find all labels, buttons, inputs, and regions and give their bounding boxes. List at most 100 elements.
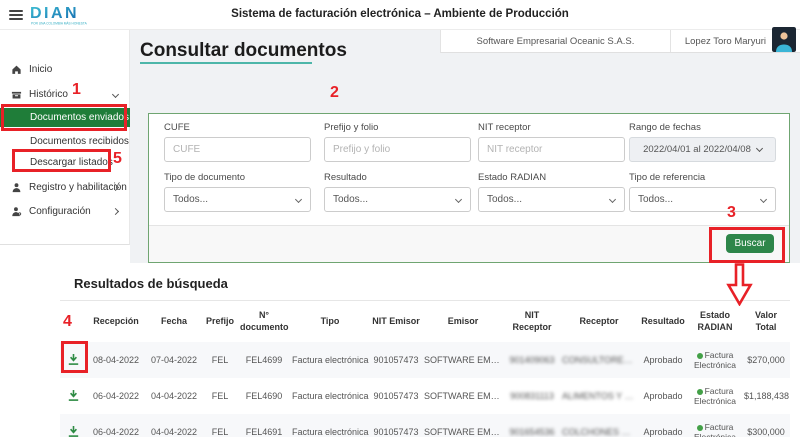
cell-tipo: Factura electrónica bbox=[290, 342, 370, 378]
estado-radian-value: Todos... bbox=[487, 194, 522, 205]
cell-emisor: SOFTWARE EMPRESARI... bbox=[422, 378, 504, 414]
sidebar-item-label: Documentos recibidos bbox=[30, 136, 129, 147]
cell-valor-total: $1,188,438 bbox=[742, 378, 790, 414]
filter-card: CUFE Prefijo y folio NIT receptor Rango … bbox=[148, 113, 790, 263]
person-gear-icon bbox=[10, 205, 22, 217]
download-icon[interactable] bbox=[65, 352, 81, 368]
cell-emisor: SOFTWARE EMPRESARI... bbox=[422, 414, 504, 437]
sidebar-item-label: Histórico bbox=[29, 89, 68, 100]
cell-estado-radian: Factura Electrónica bbox=[688, 342, 742, 378]
cell-resultado: Aprobado bbox=[638, 378, 688, 414]
status-dot-icon bbox=[697, 353, 703, 359]
cell-nit-emisor: 901057473 bbox=[370, 414, 422, 437]
inbox-icon bbox=[10, 88, 22, 100]
cell-receptor: COLCHONES DUTER SAS bbox=[560, 414, 638, 437]
tipo-documento-select[interactable]: Todos... bbox=[164, 187, 311, 212]
cell-recepcion: 08-04-2022 bbox=[86, 342, 146, 378]
tipo-documento-label: Tipo de documento bbox=[164, 172, 311, 183]
col-prefijo: Prefijo bbox=[202, 301, 238, 342]
col-download bbox=[60, 301, 86, 342]
cell-documento: FEL4691 bbox=[238, 414, 290, 437]
tipo-referencia-value: Todos... bbox=[638, 194, 673, 205]
cell-valor-total: $300,000 bbox=[742, 414, 790, 437]
cell-documento: FEL4690 bbox=[238, 378, 290, 414]
col-nit-receptor: NIT Receptor bbox=[504, 301, 560, 342]
sidebar-item-configuracion[interactable]: Configuración bbox=[0, 201, 130, 221]
rango-fechas-picker[interactable]: 2022/04/01 al 2022/04/08 bbox=[629, 137, 776, 162]
chevron-down-icon bbox=[756, 144, 763, 151]
estado-radian-select[interactable]: Todos... bbox=[478, 187, 625, 212]
cell-nit-receptor: 900831113 bbox=[504, 378, 560, 414]
table-header-row: Recepción Fecha Prefijo N° documento Tip… bbox=[60, 301, 790, 342]
resultado-select[interactable]: Todos... bbox=[324, 187, 471, 212]
sidebar-item-historico[interactable]: Histórico bbox=[0, 84, 130, 104]
cell-nit-receptor: 901409063 bbox=[504, 342, 560, 378]
nit-receptor-label: NIT receptor bbox=[478, 122, 625, 133]
cell-tipo: Factura electrónica bbox=[290, 414, 370, 437]
cell-nit-emisor: 901057473 bbox=[370, 378, 422, 414]
sidebar-item-descargar-listados[interactable]: Descargar listados bbox=[0, 152, 130, 172]
results-table: Recepción Fecha Prefijo N° documento Tip… bbox=[60, 301, 790, 437]
table-row: 06-04-2022 04-04-2022 FEL FEL4690 Factur… bbox=[60, 378, 790, 414]
avatar[interactable] bbox=[772, 27, 796, 52]
chevron-right-icon bbox=[112, 207, 119, 214]
results-heading: Resultados de búsqueda bbox=[74, 276, 228, 291]
cufe-label: CUFE bbox=[164, 122, 311, 133]
col-receptor: Receptor bbox=[560, 301, 638, 342]
resultado-value: Todos... bbox=[333, 194, 368, 205]
cell-fecha: 07-04-2022 bbox=[146, 342, 202, 378]
cell-recepcion: 06-04-2022 bbox=[86, 378, 146, 414]
sidebar-item-inicio[interactable]: Inicio bbox=[0, 59, 130, 79]
col-n-documento: N° documento bbox=[238, 301, 290, 342]
page-title-underline bbox=[140, 62, 312, 64]
cell-estado-radian: Factura Electrónica bbox=[688, 414, 742, 437]
top-header: DIAN POR UNA COLOMBIA MÁS HONESTA Sistem… bbox=[0, 0, 800, 30]
col-emisor: Emisor bbox=[422, 301, 504, 342]
app-title: Sistema de facturación electrónica – Amb… bbox=[0, 8, 800, 20]
sidebar-item-label: Descargar listados bbox=[30, 157, 113, 168]
sidebar-item-label: Inicio bbox=[29, 64, 52, 75]
cell-receptor: ALIMENTOS Y BEBIDAS ... bbox=[560, 378, 638, 414]
cell-prefijo: FEL bbox=[202, 342, 238, 378]
col-valor-total: Valor Total bbox=[742, 301, 790, 342]
cell-nit-receptor: 901654536 bbox=[504, 414, 560, 437]
col-estado-radian: Estado RADIAN bbox=[688, 301, 742, 342]
chevron-down-icon bbox=[112, 90, 119, 97]
cell-fecha: 04-04-2022 bbox=[146, 414, 202, 437]
tipo-referencia-select[interactable]: Todos... bbox=[629, 187, 776, 212]
table-row: 06-04-2022 04-04-2022 FEL FEL4691 Factur… bbox=[60, 414, 790, 437]
cell-resultado: Aprobado bbox=[638, 414, 688, 437]
col-resultado: Resultado bbox=[638, 301, 688, 342]
sidebar-item-registro-habilitacion[interactable]: Registro y habilitación bbox=[0, 177, 130, 197]
cufe-input[interactable] bbox=[164, 137, 311, 162]
rango-fechas-label: Rango de fechas bbox=[629, 122, 776, 133]
home-icon bbox=[10, 63, 22, 75]
chevron-down-icon bbox=[295, 196, 302, 203]
prefijo-folio-label: Prefijo y folio bbox=[324, 122, 471, 133]
status-dot-icon bbox=[697, 389, 703, 395]
cell-receptor: CONSULTORES DE PE... bbox=[560, 342, 638, 378]
download-icon[interactable] bbox=[65, 388, 81, 404]
rango-fechas-value: 2022/04/01 al 2022/04/08 bbox=[643, 144, 751, 155]
chevron-down-icon bbox=[760, 196, 767, 203]
app-window: DIAN POR UNA COLOMBIA MÁS HONESTA Sistem… bbox=[0, 0, 800, 437]
cell-resultado: Aprobado bbox=[638, 342, 688, 378]
logo-tagline: POR UNA COLOMBIA MÁS HONESTA bbox=[31, 22, 88, 26]
cell-fecha: 04-04-2022 bbox=[146, 378, 202, 414]
sidebar-item-documentos-enviados[interactable]: Documentos enviados bbox=[0, 108, 130, 127]
user-bar: Software Empresarial Oceanic S.A.S. Lope… bbox=[440, 30, 800, 53]
cell-estado-radian: Factura Electrónica bbox=[688, 378, 742, 414]
download-icon[interactable] bbox=[65, 424, 81, 437]
sidebar-item-label: Documentos enviados bbox=[30, 112, 129, 123]
buscar-button[interactable]: Buscar bbox=[726, 234, 774, 253]
col-fecha: Fecha bbox=[146, 301, 202, 342]
person-icon bbox=[10, 181, 22, 193]
sidebar-item-documentos-recibidos[interactable]: Documentos recibidos bbox=[0, 131, 130, 151]
filter-card-footer: Buscar bbox=[149, 225, 789, 262]
nit-receptor-input[interactable] bbox=[478, 137, 625, 162]
resultado-label: Resultado bbox=[324, 172, 471, 183]
company-name[interactable]: Software Empresarial Oceanic S.A.S. bbox=[441, 30, 671, 52]
col-nit-emisor: NIT Emisor bbox=[370, 301, 422, 342]
estado-radian-label: Estado RADIAN bbox=[478, 172, 625, 183]
prefijo-folio-input[interactable] bbox=[324, 137, 471, 162]
